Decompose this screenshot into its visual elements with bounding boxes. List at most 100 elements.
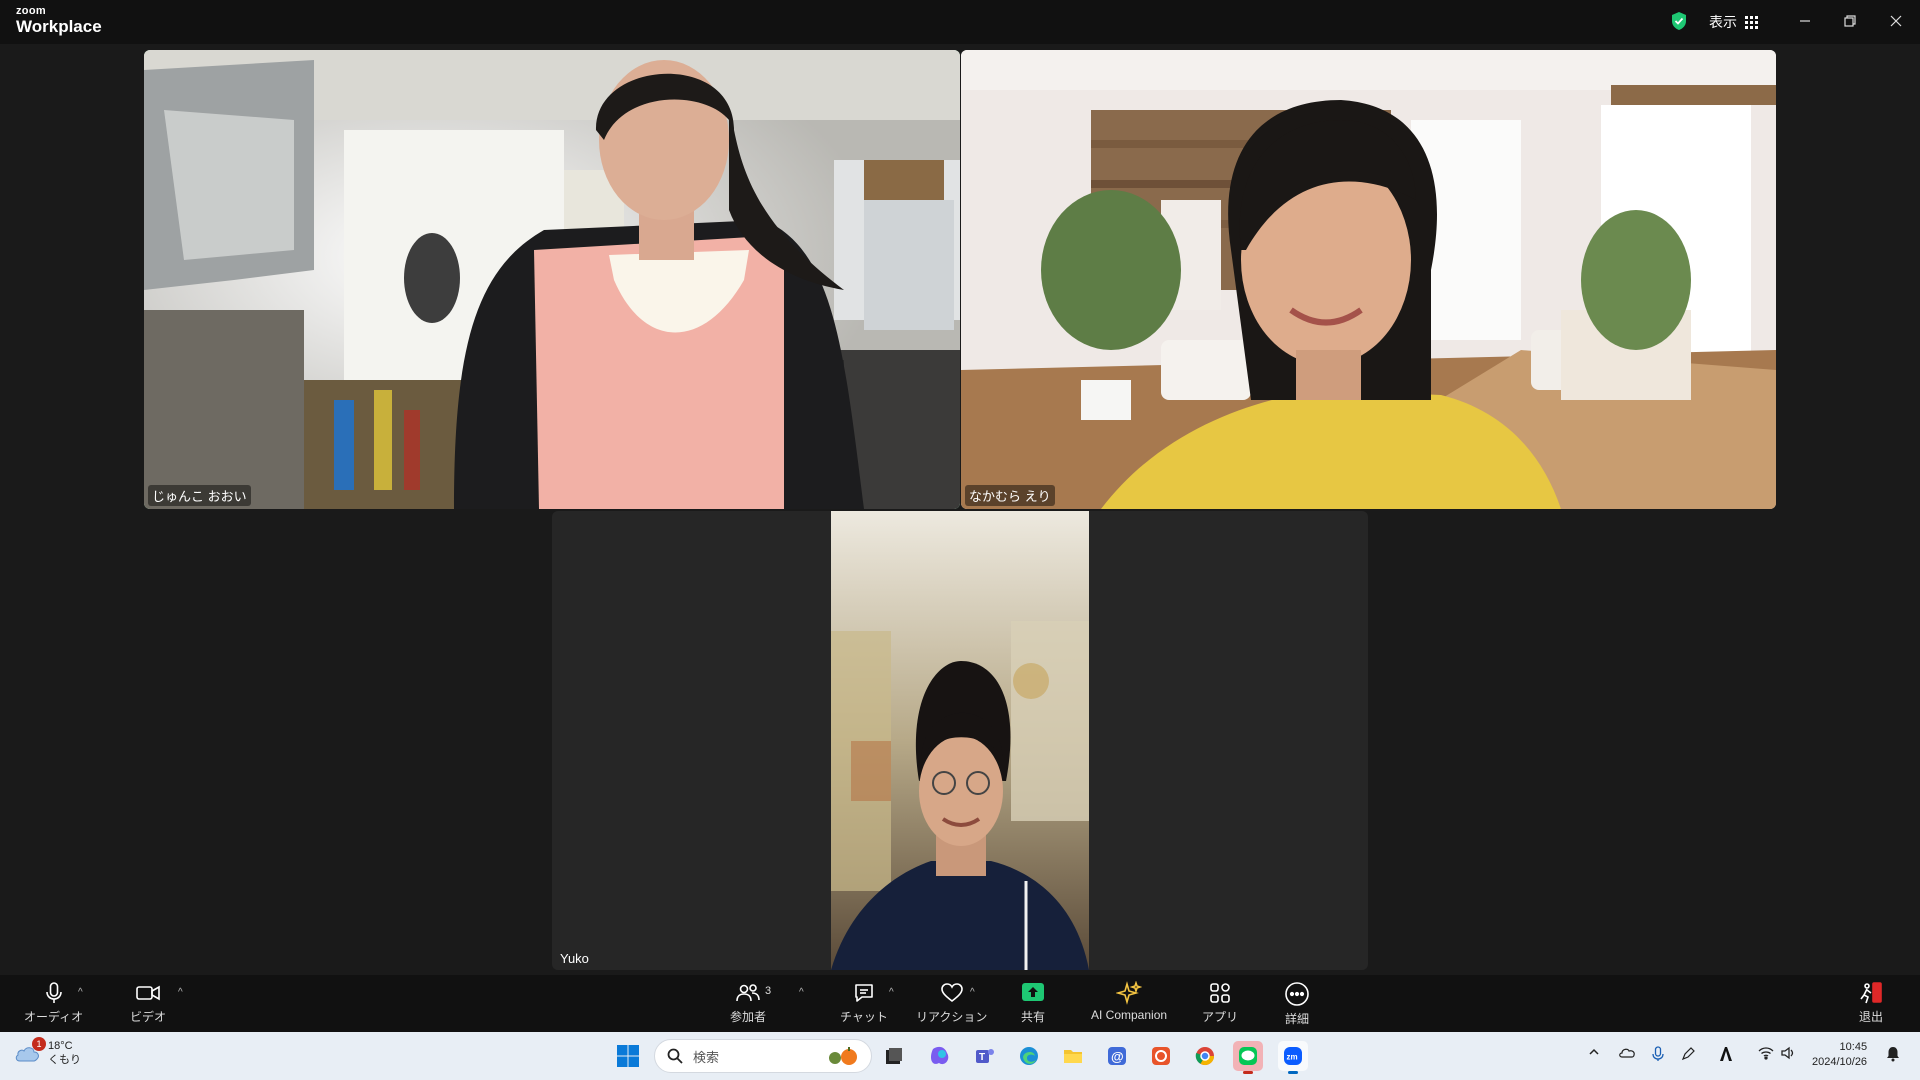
participants-label: 参加者 <box>730 1010 767 1024</box>
windows-start-icon[interactable] <box>616 1044 640 1068</box>
edge-icon <box>1020 1047 1038 1065</box>
onedrive-icon <box>1619 1048 1635 1058</box>
taskbar-mail[interactable]: @ <box>1102 1041 1132 1071</box>
file-explorer-dark-icon <box>886 1048 902 1064</box>
minimize-button[interactable] <box>1790 8 1820 34</box>
more-button[interactable]: 詳細 <box>1284 981 1310 1027</box>
participant-name-2: なかむら えり <box>965 485 1055 506</box>
reaction-button[interactable]: リアクション <box>916 981 987 1025</box>
line-icon <box>1239 1047 1257 1065</box>
show-hidden-icons-chevron[interactable] <box>1588 1046 1600 1061</box>
restore-button[interactable] <box>1835 8 1865 34</box>
taskbar-chrome[interactable] <box>1190 1041 1220 1071</box>
teams-icon: T <box>976 1049 994 1063</box>
chat-label: チャット <box>840 1010 888 1024</box>
close-button[interactable] <box>1881 8 1911 34</box>
onedrive-tray[interactable] <box>1618 1046 1636 1061</box>
video-label: ビデオ <box>130 1010 167 1024</box>
title-bar: zoom Workplace 表示 <box>0 0 1920 44</box>
sparkle-icon <box>1116 981 1143 1005</box>
close-icon <box>1890 15 1902 27</box>
share-button[interactable]: 共有 <box>1021 981 1045 1025</box>
participants-options-caret[interactable]: ^ <box>799 987 804 998</box>
notifications-tray[interactable] <box>1886 1046 1900 1065</box>
pen-tray[interactable] <box>1680 1046 1696 1065</box>
view-button[interactable]: 表示 <box>1709 11 1758 33</box>
svg-text:zm: zm <box>1287 1053 1298 1062</box>
taskbar-edge[interactable] <box>1014 1041 1044 1071</box>
apps-button[interactable]: アプリ <box>1202 981 1238 1025</box>
taskbar-zoom[interactable]: zm <box>1278 1041 1308 1074</box>
mic-tray[interactable] <box>1652 1046 1664 1065</box>
taskbar-orange-app[interactable] <box>1146 1041 1176 1071</box>
speaker-icon <box>1781 1046 1794 1060</box>
zoom-logo: zoom Workplace <box>16 5 102 36</box>
chat-options-caret[interactable]: ^ <box>889 987 894 998</box>
mail-icon: @ <box>1108 1047 1126 1065</box>
audio-label: オーディオ <box>24 1010 84 1024</box>
font-icon <box>1720 1047 1732 1061</box>
wifi-icon <box>1758 1047 1774 1060</box>
reaction-options-caret[interactable]: ^ <box>970 987 975 998</box>
video-tile-1[interactable]: じゅんこ おおい <box>144 50 960 509</box>
participant-video-1 <box>144 50 960 509</box>
chevron-up-icon <box>1589 1048 1599 1055</box>
taskbar-search-box[interactable]: 検索 <box>654 1039 872 1073</box>
chat-bubble-icon <box>855 984 873 1002</box>
taskbar-line[interactable] <box>1233 1041 1263 1074</box>
chrome-icon <box>1195 1047 1214 1066</box>
apps-label: アプリ <box>1202 1010 1239 1024</box>
taskbar-dark-app[interactable] <box>879 1041 909 1071</box>
ai-companion-button[interactable]: AI Companion <box>1091 981 1167 1022</box>
weather-temperature: 18°C <box>48 1040 73 1052</box>
minimize-icon <box>1800 20 1810 22</box>
taskbar-clock[interactable]: 10:45 2024/10/26 <box>1812 1040 1867 1070</box>
encryption-shield-icon[interactable] <box>1670 11 1688 31</box>
share-screen-icon <box>1022 983 1044 1001</box>
zoom-icon: zm <box>1284 1047 1302 1065</box>
search-icon <box>667 1048 683 1064</box>
leave-button[interactable]: 退出 <box>1858 981 1884 1025</box>
video-tile-2[interactable]: なかむら えり <box>961 50 1776 509</box>
mic-icon <box>1652 1046 1664 1061</box>
chat-button[interactable]: チャット <box>840 981 888 1025</box>
wifi-tray[interactable] <box>1758 1046 1774 1063</box>
leave-label: 退出 <box>1858 1010 1883 1024</box>
search-placeholder: 検索 <box>693 1049 720 1065</box>
weather-notification-badge: 1 <box>32 1037 46 1051</box>
weather-description: くもり <box>48 1054 81 1066</box>
video-options-caret[interactable]: ^ <box>178 987 183 998</box>
video-tile-3[interactable]: Yuko <box>552 511 1368 970</box>
volume-tray[interactable] <box>1780 1046 1796 1063</box>
microphone-icon <box>45 982 62 1003</box>
windows-taskbar: 1 18°C くもり 検索 T @ zm 10:45 2024/10/26 <box>0 1032 1920 1080</box>
audio-options-caret[interactable]: ^ <box>78 987 83 998</box>
weather-widget[interactable]: 1 18°C くもり <box>14 1037 81 1067</box>
video-button[interactable]: ビデオ <box>130 981 166 1025</box>
svg-text:T: T <box>979 1052 985 1063</box>
more-label: 詳細 <box>1284 1012 1309 1026</box>
participant-name-1: じゅんこ おおい <box>148 485 251 506</box>
participants-button[interactable]: 参加者 <box>730 981 766 1025</box>
folder-icon <box>1064 1050 1082 1063</box>
taskbar-copilot[interactable] <box>925 1041 955 1071</box>
taskbar-teams[interactable]: T <box>970 1041 1000 1071</box>
more-options-icon <box>1285 982 1309 1006</box>
svg-text:@: @ <box>1111 1049 1124 1064</box>
logo-small-text: zoom <box>16 5 46 17</box>
bell-icon <box>1887 1047 1899 1062</box>
reaction-label: リアクション <box>916 1010 988 1024</box>
clock-date: 2024/10/26 <box>1812 1056 1868 1068</box>
video-stage: じゅんこ おおい なかむら えり Yuko <box>0 44 1920 975</box>
taskbar-folder[interactable] <box>1058 1041 1088 1071</box>
pen-icon <box>1681 1047 1695 1061</box>
share-label: 共有 <box>1021 1010 1046 1024</box>
ime-tray[interactable] <box>1718 1046 1734 1065</box>
participant-name-3: Yuko <box>560 951 589 966</box>
audio-button[interactable]: オーディオ <box>24 981 83 1025</box>
clock-time: 10:45 <box>1839 1041 1868 1053</box>
leave-door-icon <box>1860 982 1882 1004</box>
video-camera-icon <box>136 985 160 1001</box>
logo-big-text: Workplace <box>16 17 102 36</box>
participants-count: 3 <box>765 985 772 997</box>
